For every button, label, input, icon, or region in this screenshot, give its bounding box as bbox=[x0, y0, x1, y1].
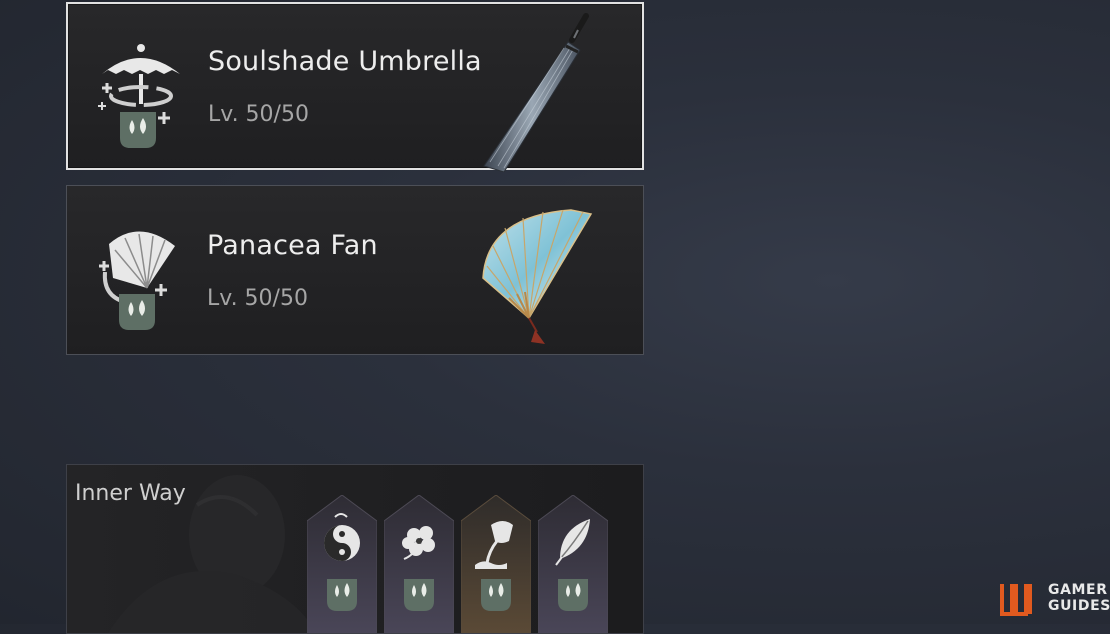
inner-way-title: Inner Way bbox=[75, 481, 186, 506]
inner-way-slot-4[interactable] bbox=[538, 495, 608, 634]
weapon-level: Lv. 50/50 bbox=[207, 286, 308, 311]
weapon-card-soulshade-umbrella[interactable]: Soulshade Umbrella Lv. 50/50 bbox=[66, 2, 644, 172]
gamer-guides-watermark: GAMER GUIDES bbox=[998, 576, 1110, 622]
weapon-name: Panacea Fan bbox=[207, 230, 378, 261]
umbrella-art bbox=[483, 13, 589, 172]
fan-art bbox=[482, 209, 593, 344]
watermark-line-1: GAMER bbox=[1048, 582, 1108, 598]
inner-way-slot-2[interactable] bbox=[384, 495, 454, 634]
umbrella-skill-icon bbox=[98, 44, 180, 148]
weapon-card-panacea-fan[interactable]: Panacea Fan Lv. 50/50 bbox=[66, 185, 644, 355]
watermark-line-2: GUIDES bbox=[1048, 598, 1110, 614]
inner-way-slot-3[interactable] bbox=[461, 495, 531, 634]
inner-way-panel: Inner Way bbox=[66, 464, 644, 634]
inner-way-slot-1[interactable] bbox=[307, 495, 377, 634]
fan-skill-icon bbox=[99, 231, 175, 330]
weapon-name: Soulshade Umbrella bbox=[208, 46, 482, 77]
weapon-level: Lv. 50/50 bbox=[208, 102, 309, 127]
gamer-guides-logo bbox=[1000, 584, 1032, 616]
